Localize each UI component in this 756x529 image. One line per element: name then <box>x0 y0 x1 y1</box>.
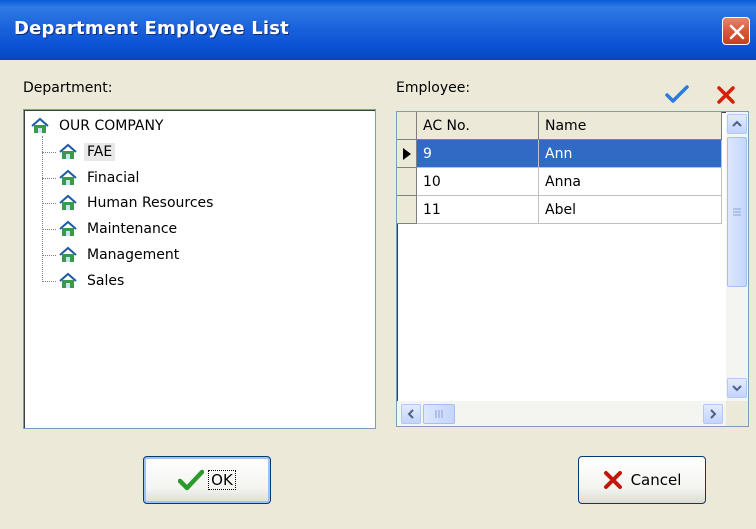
delete-x-icon[interactable] <box>716 85 736 105</box>
tree-item-sales[interactable]: Sales <box>58 270 127 292</box>
scroll-left-button[interactable] <box>401 404 421 424</box>
tree-root-label: OUR COMPANY <box>59 118 164 134</box>
department-label: Department: <box>23 80 113 96</box>
cell-name[interactable]: Anna <box>539 168 722 196</box>
grip-icon <box>733 208 741 216</box>
department-icon <box>59 246 77 262</box>
tree-item-maintenance[interactable]: Maintenance <box>58 218 180 240</box>
cell-ac-no[interactable]: 9 <box>417 140 539 168</box>
tree-root[interactable]: OUR COMPANY <box>30 115 166 137</box>
department-icon <box>59 194 77 210</box>
row-indicator <box>397 140 417 168</box>
tree-item-label: Management <box>87 247 180 263</box>
cell-ac-no[interactable]: 10 <box>417 168 539 196</box>
column-header-ac-no[interactable]: AC No. <box>417 112 539 140</box>
row-indicator <box>397 168 417 196</box>
table-row[interactable]: 10 Anna <box>397 168 722 196</box>
window-title: Department Employee List <box>14 18 289 39</box>
scrollbar-corner <box>726 401 748 426</box>
chevron-up-icon <box>732 120 742 127</box>
department-icon <box>59 143 77 159</box>
department-tree[interactable]: OUR COMPANY FAE Finacial Human Resources <box>23 109 376 429</box>
department-icon <box>59 169 77 185</box>
current-row-arrow-icon <box>402 147 411 160</box>
tree-item-human-resources[interactable]: Human Resources <box>58 192 216 214</box>
chevron-right-icon <box>710 409 717 419</box>
tree-connector <box>42 229 56 230</box>
scroll-up-button[interactable] <box>727 114 747 134</box>
tree-item-label: FAE <box>84 143 116 161</box>
close-button[interactable] <box>722 17 750 45</box>
tree-item-label: Finacial <box>87 170 140 186</box>
table-row[interactable]: 9 Ann <box>397 140 722 168</box>
company-icon <box>31 117 49 133</box>
tree-connector <box>42 178 56 179</box>
tree-connector <box>42 152 56 153</box>
row-indicator-header <box>397 112 417 140</box>
tree-item-label: Sales <box>87 273 125 289</box>
row-indicator <box>397 196 417 224</box>
tree-connector <box>42 255 56 256</box>
cancel-x-icon <box>603 471 622 489</box>
check-icon <box>178 469 205 491</box>
vertical-scrollbar[interactable] <box>726 112 748 401</box>
horizontal-scrollbar[interactable] <box>397 401 728 426</box>
chevron-down-icon <box>732 385 742 392</box>
cell-name[interactable]: Ann <box>539 140 722 168</box>
title-bar[interactable]: Department Employee List <box>0 0 756 60</box>
ok-button[interactable]: OK <box>143 456 271 504</box>
tree-item-management[interactable]: Management <box>58 244 182 266</box>
tree-item-label: Human Resources <box>87 195 214 211</box>
tree-connector <box>42 281 56 282</box>
vertical-scroll-thumb[interactable] <box>727 137 747 287</box>
horizontal-scroll-thumb[interactable] <box>423 404 455 424</box>
chevron-left-icon <box>407 409 414 419</box>
grid-header: AC No. Name <box>397 112 722 140</box>
ok-button-label: OK <box>208 470 236 490</box>
cell-name[interactable]: Abel <box>539 196 722 224</box>
employee-label: Employee: <box>396 80 471 96</box>
tree-connector <box>42 136 43 282</box>
close-icon <box>729 24 745 40</box>
cancel-button[interactable]: Cancel <box>578 456 706 504</box>
tree-item-fae[interactable]: FAE <box>58 141 116 163</box>
tree-item-label: Maintenance <box>87 221 178 237</box>
department-icon <box>59 220 77 236</box>
cell-ac-no[interactable]: 11 <box>417 196 539 224</box>
employee-grid[interactable]: AC No. Name 9 Ann 10 Anna 11 Abel <box>396 111 749 427</box>
cancel-button-label: Cancel <box>630 471 682 489</box>
tree-connector <box>42 203 56 204</box>
scroll-right-button[interactable] <box>703 404 723 424</box>
table-row[interactable]: 11 Abel <box>397 196 722 224</box>
tree-item-finacial[interactable]: Finacial <box>58 167 142 189</box>
department-icon <box>59 272 77 288</box>
column-header-name[interactable]: Name <box>539 112 722 140</box>
scroll-down-button[interactable] <box>727 378 747 398</box>
confirm-check-icon[interactable] <box>665 84 689 104</box>
grip-icon <box>435 410 443 418</box>
